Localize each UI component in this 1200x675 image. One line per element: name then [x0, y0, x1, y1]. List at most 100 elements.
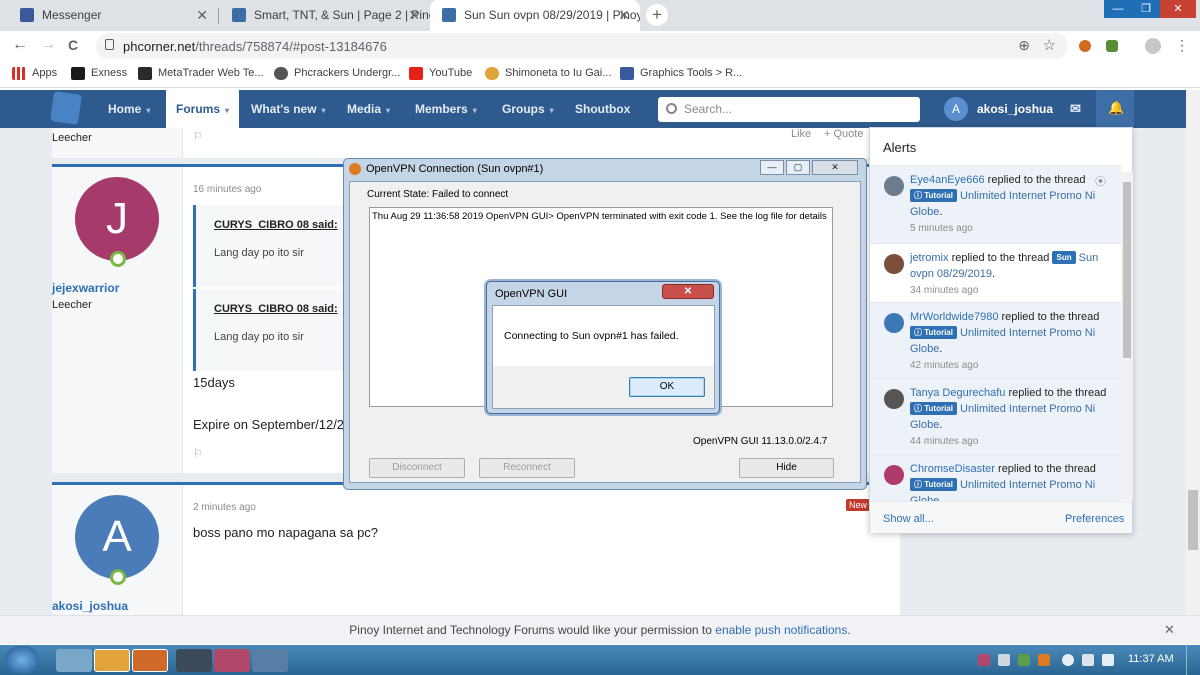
report-flag-icon[interactable]: ⚐: [193, 130, 203, 143]
alert-item[interactable]: MrWorldwide7980 replied to the thread ⓘ …: [870, 302, 1121, 378]
nav-forums[interactable]: Forums ▾: [166, 90, 240, 128]
avatar[interactable]: A: [75, 495, 159, 579]
like-button[interactable]: Like: [791, 128, 811, 140]
bookmark-metatrader[interactable]: MetaTrader Web Te...: [138, 67, 264, 80]
post-text: 15days: [193, 375, 235, 390]
close-push-bar-button[interactable]: ✕: [1164, 616, 1175, 644]
post-username[interactable]: jejexwarrior: [52, 281, 183, 295]
tray-icon[interactable]: [978, 654, 990, 666]
openvpn-tray-icon[interactable]: [1038, 654, 1050, 666]
tab-messenger[interactable]: Messenger ✕: [8, 0, 218, 31]
explorer-taskbar-icon[interactable]: [56, 649, 92, 672]
tray-icon[interactable]: [998, 654, 1010, 666]
close-tab-icon[interactable]: ✕: [618, 0, 630, 31]
nav-home[interactable]: Home ▾: [108, 90, 150, 128]
alert-item[interactable]: Eye4anEye666 replied to the thread ⓘ Tut…: [870, 165, 1121, 243]
reload-icon[interactable]: C: [68, 37, 78, 53]
tray-icon[interactable]: [1018, 654, 1030, 666]
chrome-taskbar-icon[interactable]: [94, 649, 130, 672]
post-username[interactable]: akosi_joshua: [52, 599, 183, 613]
metatrader-icon: [138, 67, 152, 80]
add-icon[interactable]: ⊕: [1018, 37, 1030, 54]
address-bar[interactable]: phcorner.net/threads/758874/#post-131846…: [96, 33, 1068, 59]
bookmark-shimoneta[interactable]: Shimoneta to Iu Gai...: [485, 67, 611, 80]
language-icon[interactable]: [1102, 654, 1114, 666]
push-notification-bar: Pinoy Internet and Technology Forums wou…: [0, 615, 1200, 644]
page-scrollbar[interactable]: [1186, 90, 1200, 644]
post-time[interactable]: 16 minutes ago: [193, 184, 261, 195]
post-akosi-joshua: A akosi_joshua 2 minutes ago New boss pa…: [52, 482, 900, 615]
hide-button[interactable]: Hide: [739, 458, 834, 478]
nav-members[interactable]: Members ▾: [415, 90, 477, 128]
post-time[interactable]: 2 minutes ago: [193, 502, 256, 513]
network-icon[interactable]: [1062, 654, 1074, 666]
bookmark-exness[interactable]: Exness: [71, 67, 127, 80]
bookmark-phcrackers[interactable]: Phcrackers Undergr...: [274, 67, 400, 80]
post-text: Expire on September/12/2: [193, 417, 345, 432]
nav-media[interactable]: Media ▾: [347, 90, 390, 128]
close-tab-icon[interactable]: ✕: [408, 0, 420, 31]
report-flag-icon[interactable]: ⚐: [193, 447, 203, 460]
disconnect-button[interactable]: Disconnect: [369, 458, 465, 478]
search-input[interactable]: Search...: [658, 97, 920, 122]
show-desktop-button[interactable]: [1186, 645, 1200, 675]
alert-item[interactable]: jetromix replied to the thread Sun Sun o…: [870, 243, 1121, 302]
bell-icon: 🔔: [1108, 100, 1125, 115]
minimize-button[interactable]: —: [1104, 0, 1132, 18]
tab-smart-tnt-sun[interactable]: Smart, TNT, & Sun | Page 2 | Pino ✕: [220, 0, 430, 31]
show-all-link[interactable]: Show all...: [883, 513, 934, 525]
enable-push-link[interactable]: enable push notifications: [715, 623, 847, 637]
nav-shoutbox[interactable]: Shoutbox: [575, 90, 630, 128]
openvpn-taskbar-icon[interactable]: [132, 649, 168, 672]
alert-avatar: [884, 313, 904, 333]
browser-toolbar: ← → C phcorner.net/threads/758874/#post-…: [0, 31, 1200, 61]
profile-icon[interactable]: [1145, 38, 1161, 54]
user-avatar[interactable]: A: [944, 97, 968, 121]
close-button[interactable]: ✕: [812, 160, 858, 175]
inbox-icon[interactable]: ✉: [1070, 90, 1081, 128]
close-tab-icon[interactable]: ✕: [196, 0, 208, 31]
menu-icon[interactable]: ⋮: [1175, 37, 1189, 54]
extension-icon[interactable]: [1079, 40, 1091, 52]
quote-author[interactable]: CURYS_CIBRO 08 said:: [214, 303, 338, 315]
new-tab-button[interactable]: +: [646, 4, 668, 26]
reconnect-button[interactable]: Reconnect: [479, 458, 575, 478]
forward-icon[interactable]: →: [40, 36, 56, 54]
version-label: OpenVPN GUI 11.13.0.0/2.4.7: [693, 436, 828, 447]
prefix-badge: ⓘ Tutorial: [910, 402, 957, 415]
nav-whats-new[interactable]: What's new ▾: [251, 90, 326, 128]
volume-icon[interactable]: [1082, 654, 1094, 666]
app-taskbar-icon[interactable]: [252, 649, 288, 672]
bookmark-graphics-tools[interactable]: Graphics Tools > R...: [620, 67, 742, 80]
close-dialog-button[interactable]: ✕: [662, 284, 714, 299]
app-taskbar-icon[interactable]: [176, 649, 212, 672]
avatar[interactable]: J: [75, 177, 159, 261]
quote-button[interactable]: + Quote: [824, 128, 863, 140]
back-icon[interactable]: ←: [12, 36, 28, 54]
tab-sun-ovpn[interactable]: Sun Sun ovpn 08/29/2019 | Pinoy ✕: [430, 0, 640, 31]
ok-button[interactable]: OK: [629, 377, 705, 397]
star-icon[interactable]: ☆: [1043, 36, 1056, 54]
quote-author[interactable]: CURYS_CIBRO 08 said:: [214, 219, 338, 231]
bookmark-youtube[interactable]: YouTube: [409, 67, 472, 80]
alerts-button[interactable]: 🔔: [1096, 90, 1134, 128]
bookmark-apps[interactable]: Apps: [12, 67, 57, 80]
alerts-scrollbar[interactable]: [1121, 172, 1133, 500]
minimize-button[interactable]: —: [760, 160, 784, 175]
preferences-link[interactable]: Preferences: [1065, 513, 1124, 525]
account-username[interactable]: akosi_joshua: [977, 90, 1053, 128]
start-button[interactable]: [5, 646, 39, 674]
extension-icon[interactable]: [1106, 40, 1118, 52]
close-window-button[interactable]: ✕: [1160, 0, 1196, 18]
alert-item[interactable]: ChromseDisaster replied to the thread ⓘ …: [870, 454, 1121, 501]
mark-read-icon[interactable]: ⦿: [1095, 173, 1106, 189]
window-title: OpenVPN Connection (Sun ovpn#1): [366, 163, 544, 175]
maximize-button[interactable]: ❐: [1132, 0, 1160, 18]
dialog-title: OpenVPN GUI: [495, 288, 568, 300]
app-taskbar-icon[interactable]: [214, 649, 250, 672]
maximize-button[interactable]: ▢: [786, 160, 810, 175]
clock[interactable]: 11:37 AM: [1128, 653, 1174, 665]
site-logo-icon[interactable]: [50, 91, 82, 125]
alert-item[interactable]: Tanya Degurechafu replied to the thread …: [870, 378, 1121, 454]
nav-groups[interactable]: Groups ▾: [502, 90, 554, 128]
